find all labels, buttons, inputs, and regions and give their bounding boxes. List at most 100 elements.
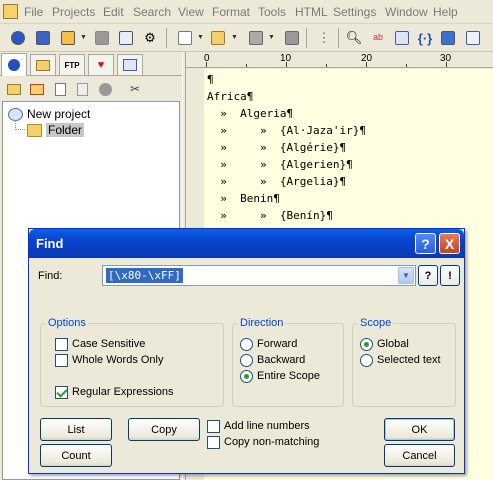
app-icon[interactable] [3, 4, 18, 19]
ruler-tick [246, 64, 247, 67]
comment-icon[interactable] [392, 28, 412, 48]
help-button[interactable]: ? [415, 233, 436, 254]
chevron-down-icon[interactable]: ▼ [197, 34, 204, 41]
tree-item-folder[interactable]: Folder [27, 122, 85, 138]
close-button[interactable]: X [439, 233, 460, 254]
list-button[interactable]: List [40, 418, 112, 441]
menu-view[interactable]: View [178, 5, 204, 19]
backward-label: Backward [257, 354, 306, 366]
find-input-value: [\x80-\xFF] [106, 268, 183, 283]
menu-window[interactable]: Window [385, 5, 428, 19]
global-label: Global [377, 338, 409, 350]
gear-icon[interactable]: ⚙ [140, 28, 160, 48]
menu-html[interactable]: HTML [295, 5, 328, 19]
copy-non-matching-label: Copy non-matching [224, 436, 320, 448]
add-file-icon[interactable] [51, 80, 69, 98]
save-icon[interactable] [246, 28, 266, 48]
menu-tools[interactable]: Tools [258, 5, 286, 19]
whole-words-checkbox[interactable]: Whole Words Only [55, 353, 164, 367]
count-button[interactable]: Count [40, 444, 112, 467]
favorites-heart-icon[interactable]: ♥ [88, 54, 114, 75]
ruler-tick [326, 64, 327, 67]
folder-tab-icon[interactable] [30, 54, 56, 75]
dialog-title: Find [36, 236, 64, 251]
menu-help[interactable]: Help [433, 5, 458, 19]
toolbar-divider [166, 28, 167, 48]
save-project-icon[interactable] [58, 28, 78, 48]
project-icon[interactable] [8, 28, 28, 48]
ftp-tab-icon[interactable]: FTP [59, 54, 85, 75]
remove-folder-icon[interactable] [28, 80, 46, 98]
cancel-button[interactable]: Cancel [384, 444, 455, 467]
code-line: » » {Algérie}¶ [207, 141, 347, 154]
tree-item-label: Folder [46, 123, 85, 137]
search-icon[interactable]: 🔍︎ [344, 28, 364, 48]
menu-edit[interactable]: Edit [103, 5, 124, 19]
regular-expressions-checkbox[interactable]: Regular Expressions [55, 385, 174, 399]
selected-text-label: Selected text [377, 354, 441, 366]
menu-format[interactable]: Format [212, 5, 250, 19]
remove-file-icon[interactable] [73, 80, 91, 98]
entire-scope-radio[interactable]: Entire Scope [240, 369, 320, 383]
checkbox-box [55, 337, 68, 351]
radio-circle [240, 337, 253, 351]
library-tab-icon[interactable] [117, 54, 143, 75]
ruler-tick [206, 62, 207, 67]
case-sensitive-checkbox[interactable]: Case Sensitive [55, 337, 145, 351]
chevron-down-icon[interactable]: ▼ [80, 34, 87, 41]
forward-radio[interactable]: Forward [240, 337, 297, 351]
book-icon[interactable] [438, 28, 458, 48]
menu-settings[interactable]: Settings [333, 5, 376, 19]
new-file-icon[interactable] [175, 28, 195, 48]
menu-projects[interactable]: Projects [52, 5, 95, 19]
add-line-numbers-label: Add line numbers [224, 420, 310, 432]
global-radio[interactable]: Global [360, 337, 409, 351]
options-group-title: Options [46, 317, 88, 329]
regex-help-button[interactable]: ? [418, 265, 438, 286]
code-line: ¶ [207, 73, 214, 86]
direction-group-title: Direction [238, 317, 286, 329]
spellcheck-icon[interactable]: ᵃᵇ [368, 28, 388, 48]
braces-icon[interactable]: {·} [415, 28, 435, 48]
code-line: » Algeria¶ [207, 107, 294, 120]
backward-radio[interactable]: Backward [240, 353, 305, 367]
dialog-titlebar[interactable]: Find ? X [29, 229, 464, 258]
menu-file[interactable]: File [24, 5, 43, 19]
log-icon[interactable] [116, 28, 136, 48]
radio-circle [360, 337, 373, 351]
chevron-down-icon[interactable]: ▼ [398, 267, 414, 284]
ok-button[interactable]: OK [384, 418, 455, 441]
chevron-down-icon[interactable]: ▼ [268, 34, 275, 41]
toolbar-divider [306, 28, 307, 48]
menubar: File Projects Edit Search View Format To… [0, 0, 493, 24]
tree-icon[interactable]: ⋮ [314, 28, 334, 48]
find-label: Find: [38, 270, 63, 282]
scope-group: Scope Global Selected text [352, 317, 456, 407]
code-line: » » {Benín}¶ [207, 209, 333, 222]
disk-icon[interactable] [92, 28, 112, 48]
find-input[interactable]: [\x80-\xFF] ▼ [102, 265, 416, 286]
add-folder-icon[interactable] [5, 80, 23, 98]
code-line: » » {Al·Jaza'ir}¶ [207, 124, 366, 137]
open-file-icon[interactable] [208, 28, 228, 48]
entire-scope-label: Entire Scope [257, 370, 320, 382]
main-toolbar: ▼ ⚙ ▼ ▼ ▼ ⋮ 🔍︎ ᵃᵇ {·} [0, 24, 493, 52]
direction-group: Direction Forward Backward Entire Scope [232, 317, 344, 407]
circle-icon[interactable] [96, 80, 114, 98]
chevron-down-icon[interactable]: ▼ [231, 34, 238, 41]
menu-search[interactable]: Search [133, 5, 171, 19]
project-tab-icon[interactable] [1, 53, 27, 76]
add-line-numbers-checkbox[interactable]: Add line numbers [207, 419, 310, 433]
copy-non-matching-checkbox[interactable]: Copy non-matching [207, 435, 319, 449]
regex-insert-button[interactable]: ! [440, 265, 460, 286]
tools-icon[interactable]: ✂ [126, 80, 144, 98]
checkbox-box [207, 435, 220, 449]
ruler-tick [286, 62, 287, 67]
checkbox-box [55, 353, 68, 367]
checkbox-box [55, 385, 68, 399]
save-all-icon[interactable] [282, 28, 302, 48]
open-project-icon[interactable] [33, 28, 53, 48]
preview-icon[interactable] [463, 28, 483, 48]
copy-button[interactable]: Copy [128, 418, 200, 441]
selected-text-radio[interactable]: Selected text [360, 353, 441, 367]
